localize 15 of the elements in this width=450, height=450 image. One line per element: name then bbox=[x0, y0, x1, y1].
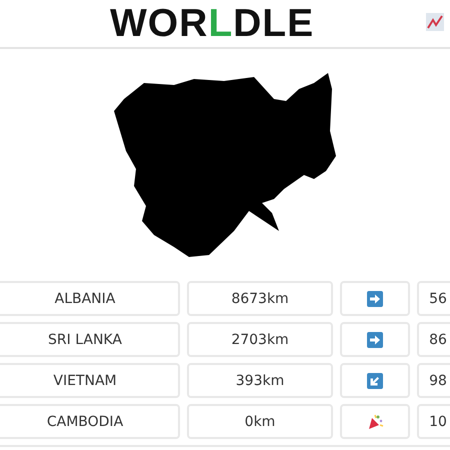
distance-cell: 0km bbox=[187, 404, 333, 439]
app-title: WORLDLE bbox=[110, 2, 314, 46]
proximity-cell: 56 bbox=[417, 281, 450, 316]
country-cell: SRI LANKA bbox=[0, 322, 180, 357]
proximity-cell: 10 bbox=[417, 404, 450, 439]
statistics-icon[interactable] bbox=[426, 13, 444, 31]
proximity-cell: 98 bbox=[417, 363, 450, 398]
country-cell: VIETNAM bbox=[0, 363, 180, 398]
proximity-cell: 86 bbox=[417, 322, 450, 357]
country-cell: ALBANIA bbox=[0, 281, 180, 316]
distance-cell: 8673km bbox=[187, 281, 333, 316]
party-popper-icon bbox=[366, 412, 384, 430]
country-cell: CAMBODIA bbox=[0, 404, 180, 439]
distance-cell: 393km bbox=[187, 363, 333, 398]
distance-cell: 2703km bbox=[187, 322, 333, 357]
